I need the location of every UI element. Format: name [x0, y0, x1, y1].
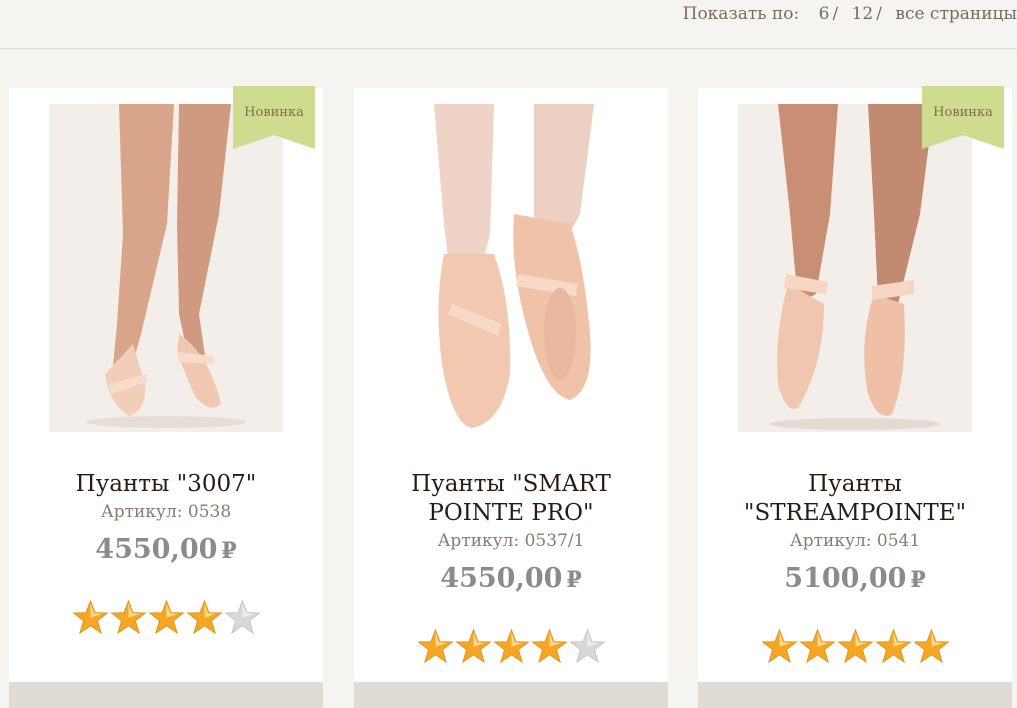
- rating-stars[interactable]: [354, 627, 668, 665]
- add-to-cart-button[interactable]: [698, 682, 1012, 708]
- star-full-icon[interactable]: [798, 627, 836, 665]
- star-empty-icon[interactable]: [568, 627, 606, 665]
- product-sku: Артикул: 0537/1: [437, 531, 585, 551]
- product-title-line: Пуанты "SMART: [411, 471, 611, 497]
- product-sku: Артикул: 0541: [789, 531, 921, 551]
- product-card-3[interactable]: Новинка Пуанты "STREAMPOINTE" Артикул: 0…: [698, 86, 1012, 708]
- product-sku: Артикул: 0538: [100, 502, 232, 522]
- items-per-page: Показать по: 6/ 12/ все страницы: [683, 4, 1017, 24]
- price-value: 4550,00: [440, 563, 563, 594]
- currency-icon: ₽: [221, 538, 237, 564]
- product-title-line: POINTE PRO": [428, 500, 594, 526]
- star-full-icon[interactable]: [836, 627, 874, 665]
- star-full-icon[interactable]: [147, 598, 185, 636]
- star-full-icon[interactable]: [185, 598, 223, 636]
- product-price: 4550,00 ₽: [354, 563, 668, 594]
- product-title[interactable]: Пуанты "SMART POINTE PRO": [354, 470, 668, 528]
- rating-stars[interactable]: [698, 627, 1012, 665]
- items-per-page-label: Показать по:: [682, 4, 800, 24]
- price-value: 5100,00: [784, 563, 907, 594]
- star-full-icon[interactable]: [454, 627, 492, 665]
- per-page-option-6[interactable]: 6: [819, 4, 830, 24]
- star-full-icon[interactable]: [912, 627, 950, 665]
- product-price: 4550,00 ₽: [9, 534, 323, 565]
- product-title[interactable]: Пуанты "3007": [9, 470, 323, 499]
- rating-stars[interactable]: [9, 598, 323, 636]
- product-image[interactable]: [738, 104, 972, 432]
- product-title-line: "STREAMPOINTE": [743, 500, 967, 526]
- product-image[interactable]: [394, 104, 628, 432]
- star-full-icon[interactable]: [492, 627, 530, 665]
- per-page-option-12[interactable]: 12: [852, 4, 874, 24]
- product-card-1[interactable]: Новинка Пуанты "3007" Артикул: 0538 4550…: [9, 86, 323, 708]
- product-card-2[interactable]: Пуанты "SMART POINTE PRO" Артикул: 0537/…: [354, 88, 668, 708]
- star-full-icon[interactable]: [874, 627, 912, 665]
- separator: /: [832, 4, 839, 24]
- separator: /: [876, 4, 882, 24]
- product-image[interactable]: [49, 104, 283, 432]
- product-price: 5100,00 ₽: [698, 563, 1012, 594]
- product-title[interactable]: Пуанты "STREAMPOINTE": [698, 470, 1012, 528]
- star-full-icon[interactable]: [71, 598, 109, 636]
- product-title-line: Пуанты "3007": [75, 471, 257, 497]
- price-value: 4550,00: [95, 534, 218, 565]
- star-full-icon[interactable]: [416, 627, 454, 665]
- add-to-cart-button[interactable]: [9, 682, 323, 708]
- star-full-icon[interactable]: [760, 627, 798, 665]
- star-empty-icon[interactable]: [223, 598, 261, 636]
- star-full-icon[interactable]: [530, 627, 568, 665]
- toolbar: Показать по: 6/ 12/ все страницы: [0, 0, 1017, 49]
- per-page-option-all[interactable]: все страницы: [895, 4, 1017, 24]
- currency-icon: ₽: [566, 567, 582, 593]
- currency-icon: ₽: [910, 567, 926, 593]
- product-title-line: Пуанты: [808, 471, 902, 497]
- add-to-cart-button[interactable]: [354, 682, 668, 708]
- star-full-icon[interactable]: [109, 598, 147, 636]
